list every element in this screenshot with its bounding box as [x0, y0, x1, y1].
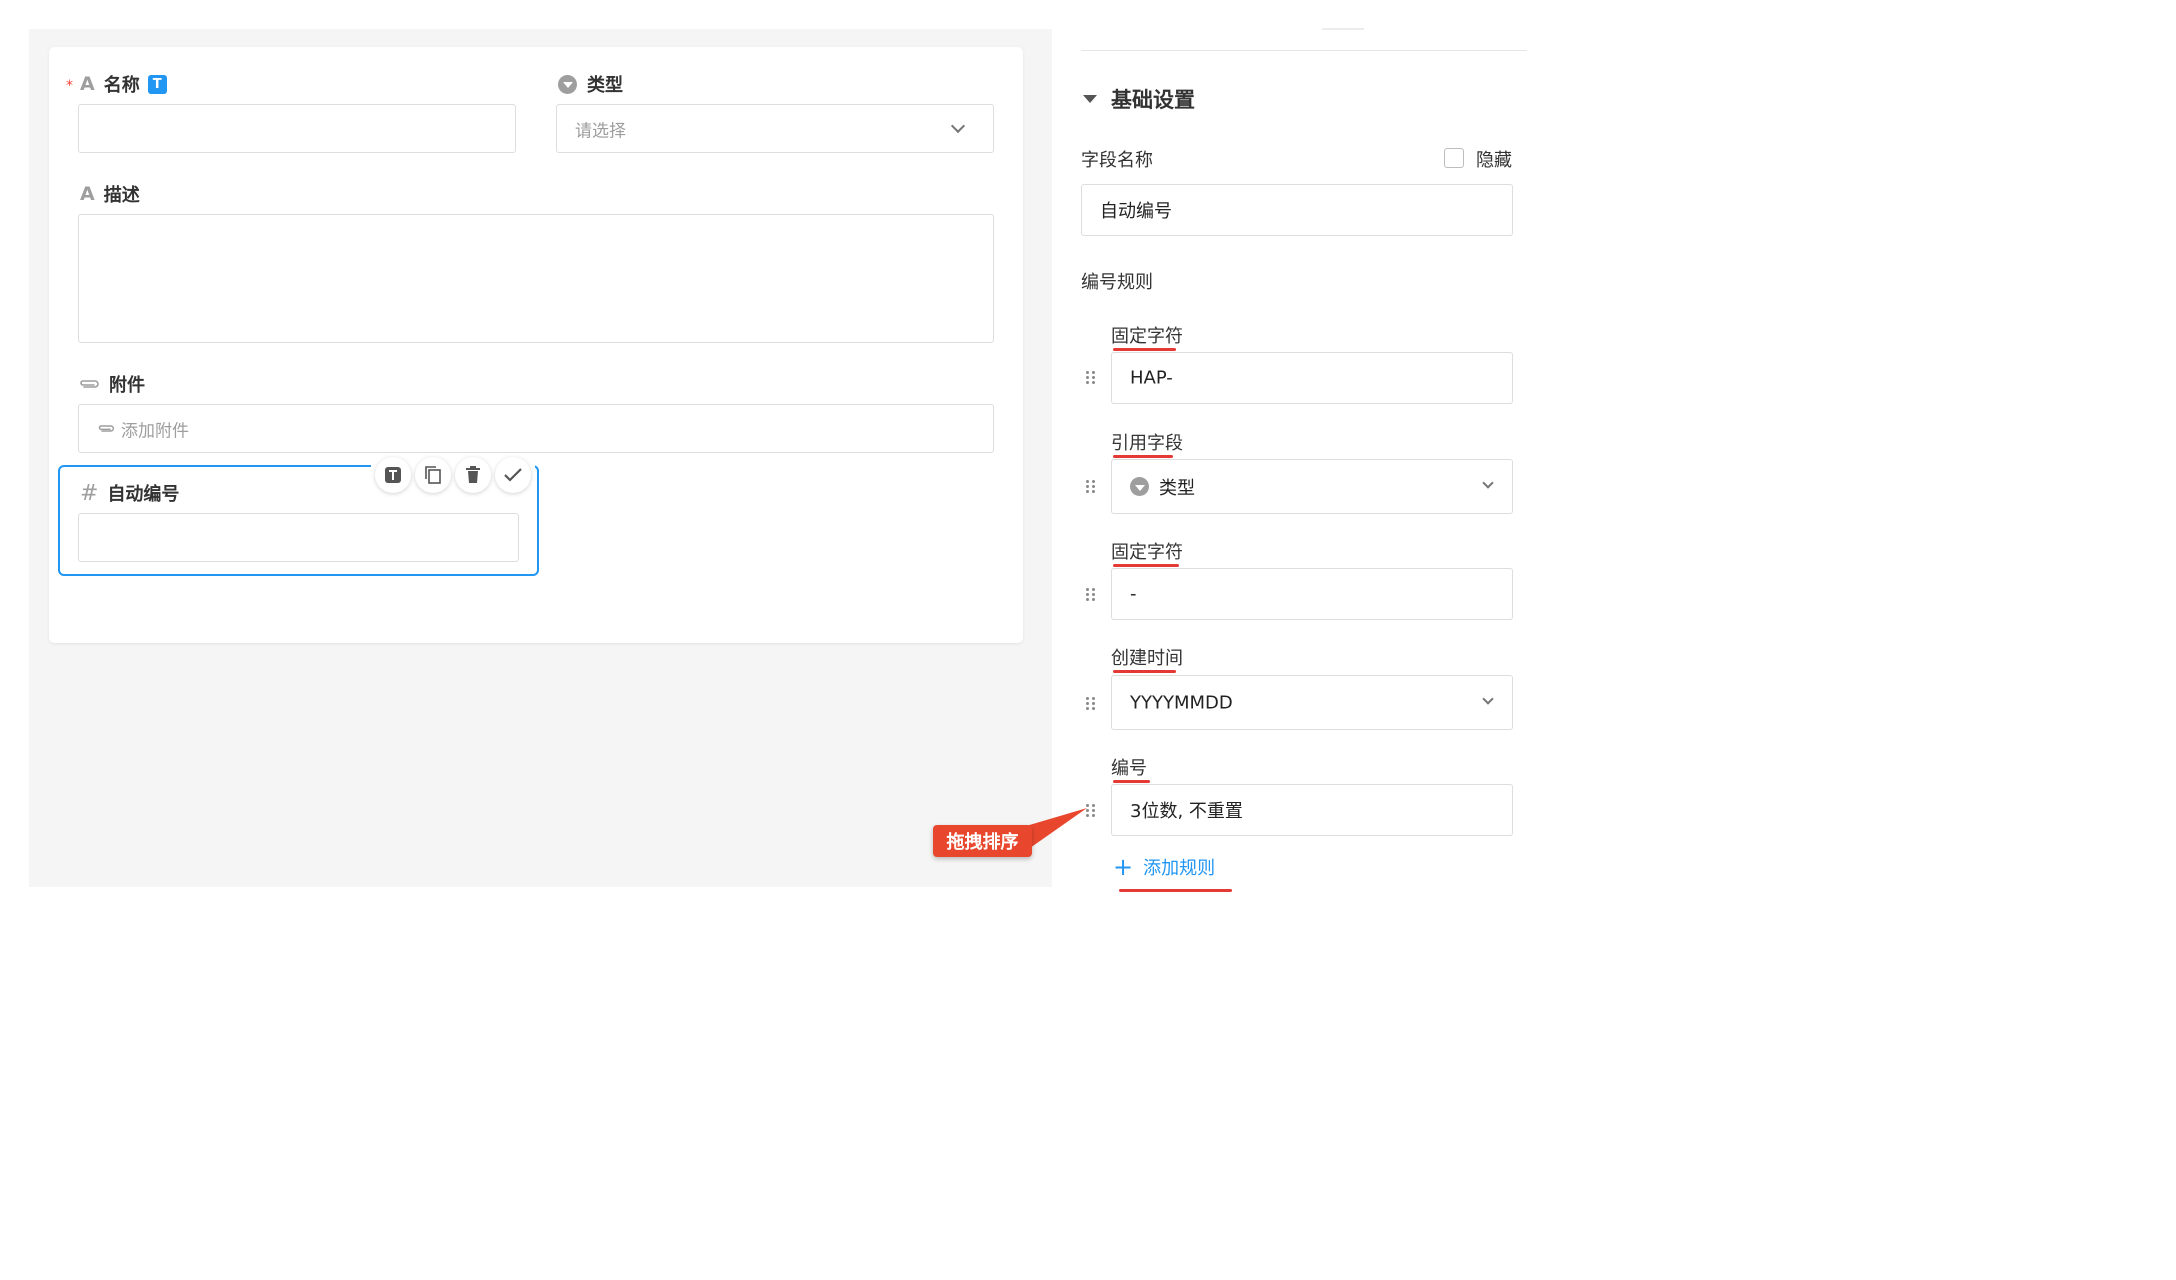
rule-label: 创建时间: [1111, 648, 1183, 669]
caret-down-icon: [1083, 95, 1097, 103]
desc-field-label: A 描述: [80, 183, 140, 206]
autonum-input[interactable]: [78, 513, 519, 562]
paperclip-icon: [97, 424, 115, 434]
text-field-icon: A: [80, 73, 95, 95]
dropdown-field-icon: [1130, 477, 1149, 496]
basic-settings-header[interactable]: 基础设置: [1083, 84, 1195, 114]
hash-icon: #: [80, 480, 99, 506]
attach-field-label: 附件: [78, 371, 145, 397]
paperclip-icon: [78, 378, 100, 390]
rules-label: 编号规则: [1081, 272, 1153, 293]
drag-handle-icon[interactable]: [1086, 697, 1096, 711]
add-rule-button[interactable]: + 添加规则: [1113, 854, 1215, 880]
annotation-underline: [1113, 670, 1176, 673]
rule-date-format-select[interactable]: YYYYMMDD: [1111, 675, 1513, 730]
chevron-down-icon: [1482, 693, 1494, 705]
delete-icon[interactable]: [455, 457, 491, 493]
name-input[interactable]: [78, 104, 516, 153]
type-field-label: 类型: [558, 71, 623, 97]
dropdown-field-icon: [558, 74, 577, 94]
chevron-down-icon: [950, 118, 966, 134]
annotation-underline: [1113, 780, 1150, 783]
autonum-field-label: # 自动编号: [80, 480, 180, 506]
rule-fixed-text-input[interactable]: HAP-: [1111, 352, 1513, 404]
field-name-label: 字段名称: [1081, 150, 1153, 171]
rule-label: 固定字符: [1111, 542, 1183, 563]
title-field-badge: T: [147, 74, 167, 94]
rule-label: 编号: [1111, 758, 1147, 779]
drag-handle-icon[interactable]: [1086, 371, 1096, 385]
panel-tab-indicator: [1322, 28, 1364, 30]
confirm-icon[interactable]: [495, 457, 531, 493]
rule-label: 固定字符: [1111, 326, 1183, 347]
hide-label: 隐藏: [1476, 150, 1512, 171]
rule-fixed-text-input[interactable]: -: [1111, 568, 1513, 620]
annotation-underline: [1113, 455, 1173, 458]
drag-sort-callout: 拖拽排序: [933, 825, 1032, 857]
type-select[interactable]: 请选择: [556, 104, 994, 153]
drag-handle-icon[interactable]: [1086, 588, 1096, 602]
field-toolbar: [371, 457, 535, 495]
rule-sequence-input[interactable]: 3位数, 不重置: [1111, 784, 1513, 836]
description-textarea[interactable]: [78, 214, 994, 343]
annotation-underline: [1113, 348, 1176, 351]
type-select-placeholder: 请选择: [575, 121, 626, 141]
annotation-underline: [1119, 889, 1232, 892]
drag-handle-icon[interactable]: [1086, 480, 1096, 494]
text-field-icon: A: [80, 183, 95, 205]
add-attachment-button[interactable]: 添加附件: [78, 404, 994, 453]
divider: [1081, 50, 1527, 51]
required-marker: *: [66, 78, 73, 94]
field-name-input[interactable]: 自动编号: [1081, 184, 1513, 236]
name-field-label: A 名称 T: [80, 71, 167, 97]
hide-checkbox[interactable]: [1444, 148, 1464, 168]
rule-reference-select[interactable]: 类型: [1111, 459, 1513, 514]
copy-icon[interactable]: [415, 457, 451, 493]
chevron-down-icon: [1482, 477, 1494, 489]
rule-label: 引用字段: [1111, 433, 1183, 454]
annotation-underline: [1113, 564, 1179, 567]
text-type-icon[interactable]: [375, 457, 411, 493]
plus-icon: +: [1113, 853, 1134, 881]
